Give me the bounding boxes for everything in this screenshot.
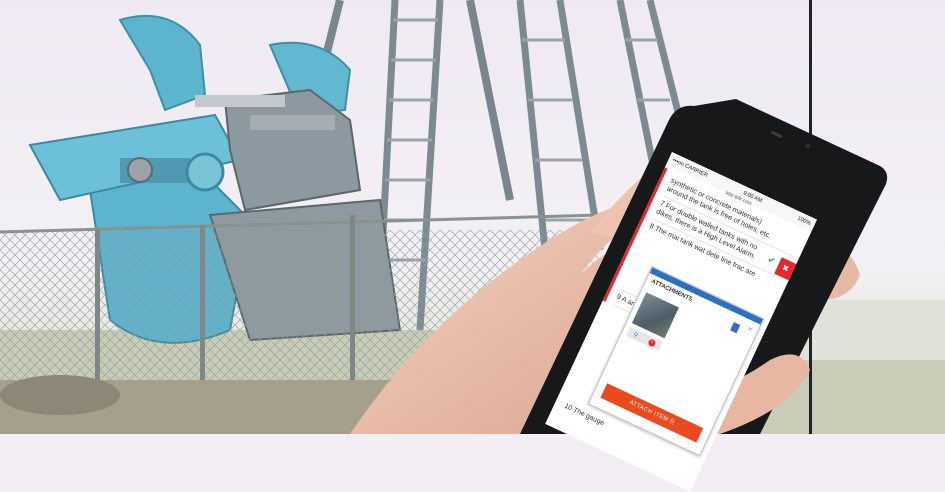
zoom-icon[interactable]: ⚲ xyxy=(632,331,639,339)
paperclip-icon: ⎘ xyxy=(668,418,676,427)
attach-item-label: ATTACH ITEM xyxy=(628,399,670,424)
close-icon[interactable]: × xyxy=(746,324,754,334)
delete-icon[interactable]: × xyxy=(647,337,657,348)
